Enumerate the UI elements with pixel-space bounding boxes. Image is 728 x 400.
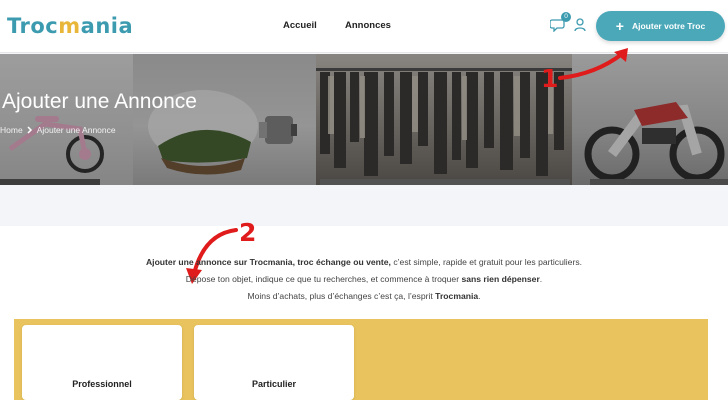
logo-text-a: a xyxy=(80,14,96,38)
intro-line-2: Dépose ton objet, indique ce que tu rech… xyxy=(185,274,543,284)
add-troc-label: Ajouter votre Troc xyxy=(631,21,706,31)
breadcrumb-current: Ajouter une Annonce xyxy=(36,125,116,135)
card-professionnel[interactable]: Professionnel xyxy=(22,325,182,400)
hero-strip xyxy=(320,179,570,185)
annotation-arrow-1-icon xyxy=(558,48,628,80)
add-troc-button[interactable]: + Ajouter votre Troc xyxy=(596,11,725,41)
intro-text: Ajouter une annonce sur Trocmania, troc … xyxy=(0,254,728,305)
breadcrumb: Home Ajouter une Annonce xyxy=(0,125,116,135)
card-label-professionnel: Professionnel xyxy=(72,379,132,389)
notification-badge: 0 xyxy=(561,12,571,22)
plus-icon: + xyxy=(615,18,624,34)
logo-text-nia: nia xyxy=(95,14,134,38)
logo-text-m: m xyxy=(58,14,81,38)
card-label-particulier: Particulier xyxy=(251,379,297,389)
hero-strip xyxy=(0,179,100,185)
breadcrumb-home[interactable]: Home xyxy=(0,125,23,135)
logo-text-troc: Troc xyxy=(7,14,59,38)
card-particulier[interactable]: Particulier xyxy=(194,325,354,400)
user-icon[interactable] xyxy=(574,18,586,32)
chevron-right-icon xyxy=(27,126,32,134)
nav-accueil[interactable]: Accueil xyxy=(283,20,317,31)
intro-line-1: Ajouter une annonce sur Trocmania, troc … xyxy=(145,257,583,267)
hero-strip xyxy=(590,179,728,185)
intro-line-3: Moins d’achats, plus d’échanges c’est ça… xyxy=(247,291,481,301)
nav-annonces[interactable]: Annonces xyxy=(345,20,391,31)
page-title: Ajouter une Annonce xyxy=(2,90,197,113)
logo[interactable]: Trocmania xyxy=(7,14,133,38)
